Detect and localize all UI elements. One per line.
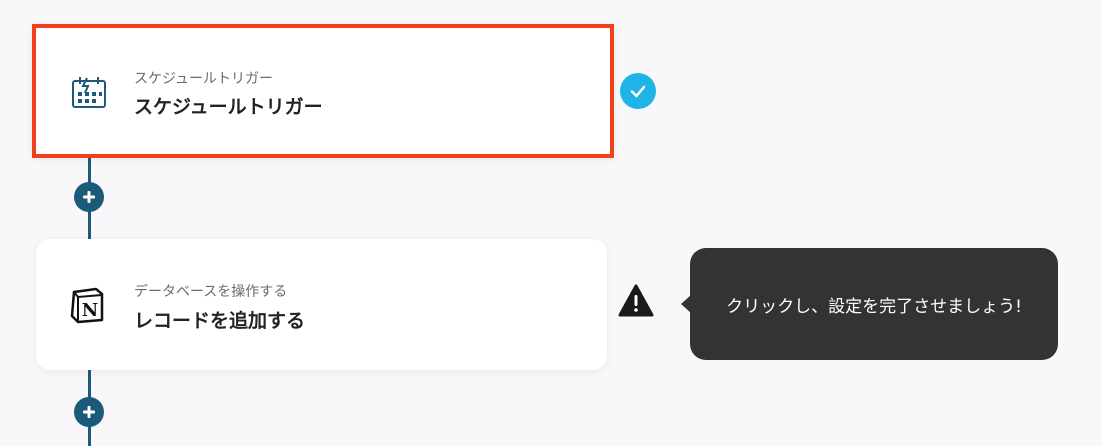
notion-add-record-card[interactable]: N データベースを操作する レコードを追加する — [36, 239, 607, 370]
notion-icon: N — [68, 286, 108, 326]
tooltip-text: クリックし、設定を完了させましょう! — [726, 296, 1022, 317]
svg-text:N: N — [82, 300, 98, 321]
step-subtitle: スケジュールトリガー — [134, 71, 274, 87]
schedule-calendar-icon — [69, 72, 109, 112]
check-icon — [620, 73, 656, 109]
add-step-button-1[interactable] — [74, 182, 104, 212]
step-subtitle: データベースを操作する — [134, 284, 288, 300]
step-title: スケジュールトリガー — [134, 96, 323, 118]
plus-icon — [83, 406, 95, 418]
plus-icon — [83, 191, 95, 203]
setup-tooltip: クリックし、設定を完了させましょう! — [681, 248, 1058, 360]
schedule-trigger-card[interactable]: スケジュールトリガー スケジュールトリガー — [32, 24, 614, 158]
add-step-button-2[interactable] — [74, 397, 104, 427]
warning-icon — [618, 284, 654, 318]
step-title: レコードを追加する — [134, 310, 306, 332]
